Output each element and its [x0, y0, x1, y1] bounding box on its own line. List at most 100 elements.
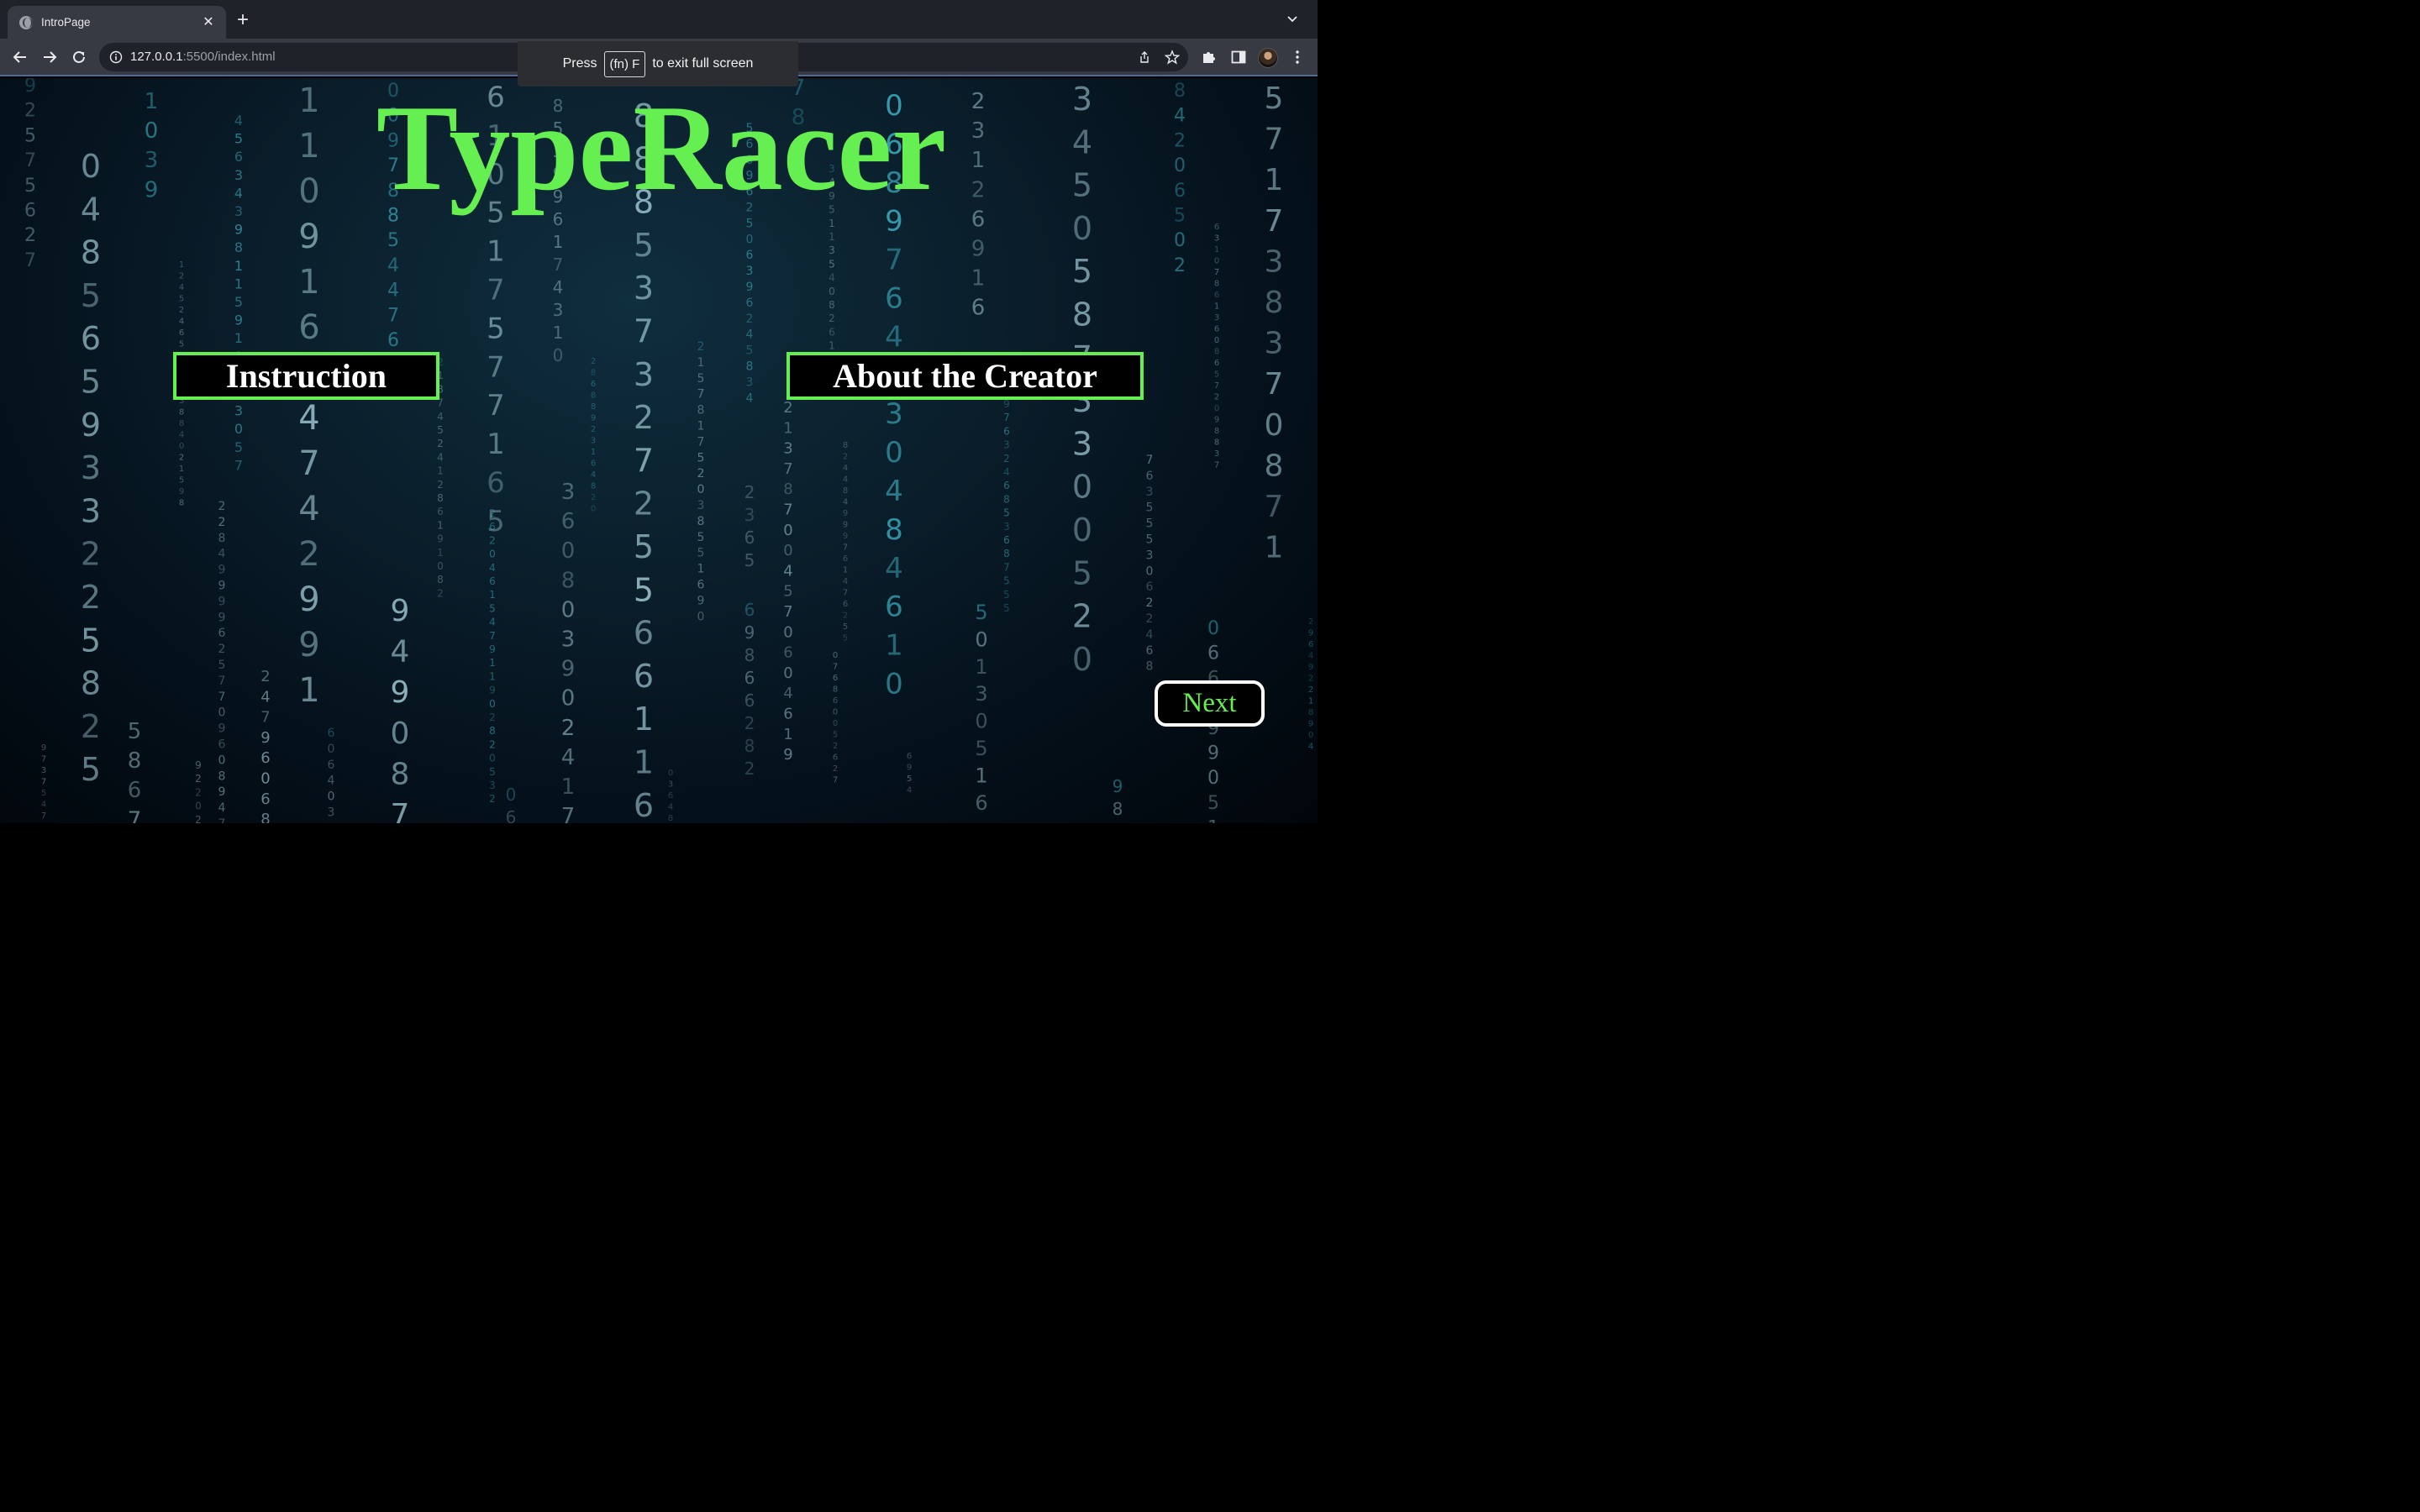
- bookmark-star-icon[interactable]: [1165, 50, 1180, 65]
- matrix-digit: 1: [697, 420, 705, 433]
- matrix-digit: 2: [260, 668, 270, 685]
- close-tab-icon[interactable]: ✕: [201, 15, 216, 29]
- matrix-digit: 2: [81, 536, 101, 573]
- matrix-digit: 5: [179, 476, 184, 486]
- matrix-digit: 7: [561, 804, 576, 823]
- matrix-digit: 2: [218, 516, 226, 529]
- instruction-button[interactable]: Instruction: [173, 352, 439, 400]
- matrix-digit: 8: [437, 574, 444, 585]
- matrix-digit: 2: [1003, 453, 1010, 465]
- matrix-digit: 5: [829, 258, 835, 270]
- matrix-digit: 7: [885, 244, 903, 277]
- matrix-digit: 5: [746, 217, 754, 230]
- matrix-digit: 3: [553, 300, 564, 320]
- matrix-digit: 4: [179, 318, 184, 327]
- chevron-down-icon[interactable]: [1286, 12, 1299, 25]
- matrix-digit: 7: [1214, 461, 1219, 470]
- matrix-digit: 8: [489, 725, 496, 737]
- matrix-digit: 1: [489, 589, 496, 601]
- matrix-digit: 4: [1003, 466, 1010, 478]
- matrix-digit: 8: [744, 645, 755, 665]
- matrix-digit: 6: [1146, 470, 1154, 483]
- matrix-digit: 2: [179, 454, 184, 463]
- matrix-digit: 3: [885, 397, 903, 431]
- matrix-digit: 1: [553, 323, 564, 343]
- browser-tab[interactable]: IntroPage ✕: [8, 6, 226, 39]
- new-tab-icon[interactable]: +: [237, 10, 249, 30]
- matrix-digit: 2: [744, 759, 755, 779]
- more-menu-icon[interactable]: [1289, 49, 1306, 66]
- matrix-digit: 2: [829, 312, 835, 324]
- matrix-digit: 6: [833, 753, 838, 763]
- matrix-digit: 1: [234, 258, 243, 274]
- side-panel-icon[interactable]: [1230, 49, 1247, 66]
- matrix-digit: 8: [833, 685, 838, 695]
- matrix-digit: 8: [783, 480, 792, 498]
- matrix-digit: 6: [591, 380, 596, 389]
- matrix-digit: 0: [1207, 768, 1219, 789]
- matrix-digit: 2: [1146, 596, 1154, 610]
- matrix-digit: 7: [298, 444, 319, 483]
- matrix-digit: 5: [833, 731, 838, 740]
- matrix-digit: 0: [746, 233, 754, 246]
- about-the-creator-button[interactable]: About the Creator: [786, 352, 1144, 400]
- matrix-digit: 6: [1308, 640, 1313, 649]
- matrix-digit: 8: [591, 402, 596, 412]
- matrix-digit: 6: [218, 627, 226, 640]
- url-text[interactable]: 127.0.0.1:5500/index.html: [130, 50, 276, 64]
- url-path: :5500/index.html: [182, 50, 276, 64]
- matrix-digit: 6: [591, 459, 596, 469]
- matrix-digit: 5: [975, 737, 987, 760]
- tab-strip: IntroPage ✕ +: [0, 0, 1318, 39]
- matrix-digit: 9: [697, 594, 705, 607]
- next-button[interactable]: Next: [1155, 680, 1265, 727]
- matrix-digit: 8: [260, 811, 270, 823]
- matrix-digit: 1: [298, 671, 319, 710]
- matrix-digit: 9: [234, 222, 243, 238]
- matrix-digit: 1: [561, 774, 576, 800]
- matrix-digit: 4: [885, 552, 903, 585]
- matrix-digit: 9: [744, 622, 755, 643]
- share-icon[interactable]: [1138, 50, 1151, 64]
- extensions-puzzle-icon[interactable]: [1201, 49, 1218, 66]
- matrix-digit: 9: [843, 532, 848, 541]
- matrix-digit: 7: [260, 709, 270, 727]
- matrix-digit: 6: [506, 807, 517, 823]
- matrix-digit: 6: [783, 706, 792, 723]
- back-arrow-icon[interactable]: [11, 48, 29, 66]
- matrix-digit: 7: [553, 255, 564, 275]
- matrix-digit: 6: [260, 749, 270, 767]
- matrix-digit: 3: [1146, 549, 1154, 562]
- matrix-digit: 2: [489, 793, 496, 805]
- matrix-digit: 8: [561, 568, 576, 593]
- matrix-digit: 2: [783, 399, 792, 417]
- matrix-digit: 0: [1072, 512, 1092, 549]
- matrix-digit: 0: [783, 623, 792, 641]
- matrix-digit: 9: [391, 675, 410, 710]
- matrix-digit: 4: [783, 685, 792, 702]
- matrix-digit: 3: [561, 480, 576, 505]
- matrix-digit: 5: [1072, 554, 1092, 591]
- reload-icon[interactable]: [70, 48, 88, 66]
- matrix-digit: 1: [829, 218, 835, 229]
- matrix-digit: 3: [634, 356, 654, 393]
- matrix-digit: 4: [387, 281, 399, 302]
- profile-avatar[interactable]: [1258, 48, 1278, 68]
- matrix-digit: 2: [24, 225, 36, 246]
- matrix-digit: 2: [1308, 617, 1313, 627]
- matrix-digit: 4: [1308, 652, 1313, 661]
- matrix-digit: 1: [489, 657, 496, 669]
- matrix-digit: 6: [387, 330, 399, 351]
- matrix-digit: 6: [1214, 325, 1219, 334]
- matrix-digit: 6: [179, 328, 184, 338]
- matrix-digit: 8: [1214, 438, 1219, 448]
- matrix-digit: 6: [744, 690, 755, 711]
- forward-arrow-icon[interactable]: [40, 48, 59, 66]
- matrix-digit: 8: [218, 769, 226, 783]
- matrix-digit: 2: [437, 479, 444, 491]
- matrix-digit: 2: [697, 340, 705, 354]
- site-info-icon[interactable]: [109, 50, 123, 64]
- matrix-digit: 0: [328, 790, 335, 804]
- matrix-digit: 1: [1214, 245, 1219, 255]
- matrix-digit: 9: [907, 764, 912, 773]
